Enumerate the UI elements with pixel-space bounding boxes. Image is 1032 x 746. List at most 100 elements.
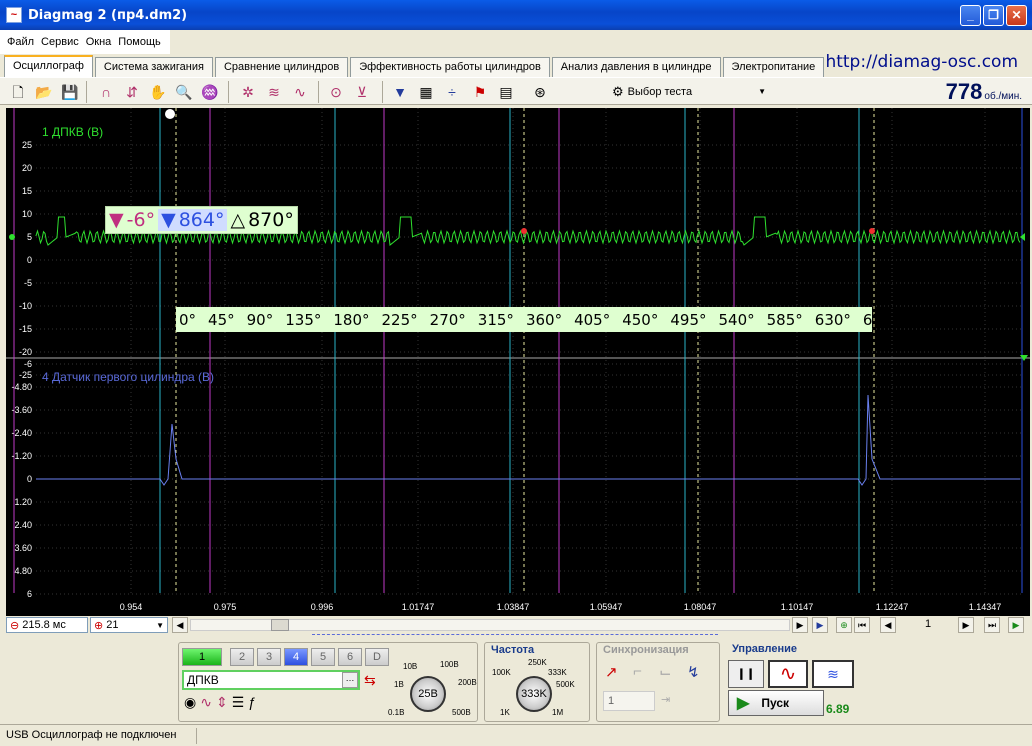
tab-power[interactable]: Электропитание bbox=[722, 57, 825, 77]
pause-icon[interactable]: ❙❙ bbox=[728, 660, 764, 688]
multi-wave-icon[interactable]: ≋ bbox=[812, 660, 854, 688]
zoom-select[interactable]: ⊕ 21 ▼ bbox=[90, 617, 168, 633]
scale-icon[interactable]: ♒ bbox=[200, 82, 220, 102]
next-page-icon[interactable]: ▶ bbox=[958, 617, 974, 633]
hand-icon[interactable]: ✋ bbox=[148, 82, 168, 102]
waves-icon[interactable]: ≋ bbox=[264, 82, 284, 102]
tab-cylinder-compare[interactable]: Сравнение цилиндров bbox=[214, 57, 349, 77]
channel-name-field[interactable]: ДПКВ bbox=[182, 670, 360, 690]
menu-help[interactable]: Помощь bbox=[118, 36, 161, 48]
degree-label: 225° bbox=[381, 310, 418, 329]
wave-ch-icon[interactable]: ∿ bbox=[290, 82, 310, 102]
x-tick-label: 1.05947 bbox=[589, 602, 623, 612]
y-tick-label: 25 bbox=[21, 140, 32, 150]
sine-wave-icon[interactable]: ∿ bbox=[768, 660, 808, 688]
waveform-plot[interactable] bbox=[6, 108, 1030, 616]
degree-scale: 0° 45° 90° 135° 180° 225° 270° 315° 360° 405° 450°… bbox=[176, 307, 899, 332]
menu-bar: Файл Сервис Окна Помощь http://diamag-os… bbox=[0, 30, 1032, 72]
channel-5-button[interactable]: 5 bbox=[311, 648, 335, 666]
x-tick-label: 1.10147 bbox=[780, 602, 814, 612]
chevron-down-icon: ▼ bbox=[758, 87, 766, 96]
sync-auto-icon[interactable]: ↯ bbox=[687, 663, 700, 681]
y-tick-label: -3.60 bbox=[11, 405, 32, 415]
grid-icon[interactable]: ▦ bbox=[416, 82, 436, 102]
horizontal-scrollbar[interactable] bbox=[190, 619, 790, 631]
new-file-icon[interactable]: 🗋 bbox=[8, 82, 28, 102]
sync-select[interactable]: 1 bbox=[603, 691, 655, 711]
frequency-label: 100K bbox=[492, 668, 511, 677]
oscilloscope-display[interactable] bbox=[6, 108, 1030, 616]
scrollbar-thumb[interactable] bbox=[271, 619, 289, 631]
degree-label: 405° bbox=[574, 310, 611, 329]
save-icon[interactable]: 💾 bbox=[60, 82, 80, 102]
tab-cylinder-efficiency[interactable]: Эффективность работы цилиндров bbox=[350, 57, 550, 77]
function-icon[interactable]: ƒ bbox=[248, 694, 256, 711]
zero-icon[interactable]: ⊻ bbox=[352, 82, 372, 102]
website-url[interactable]: http://diamag-osc.com bbox=[825, 52, 1018, 72]
split-icon[interactable]: ÷ bbox=[442, 82, 462, 102]
sync-arrows-icon[interactable]: ⇥ bbox=[661, 693, 670, 706]
frequency-label: 500K bbox=[556, 680, 575, 689]
x-tick-label: 0.954 bbox=[119, 602, 143, 612]
tab-ignition[interactable]: Система зажигания bbox=[94, 57, 213, 77]
sync-up-icon[interactable]: ⌐ bbox=[633, 663, 642, 680]
trigger-icon[interactable]: ∩ bbox=[96, 82, 116, 102]
scroll-right-button[interactable]: ▶ bbox=[792, 617, 808, 633]
line-style-icon[interactable]: ☰ bbox=[232, 694, 245, 711]
zoom-in-icon[interactable]: ⊕ bbox=[94, 619, 103, 632]
timebase-select[interactable]: ⊖ 215.8 мс bbox=[6, 617, 88, 633]
filter-icon[interactable]: ▼ bbox=[390, 82, 410, 102]
auto-scale-icon[interactable]: ⊛ bbox=[530, 82, 550, 102]
add-icon[interactable]: ⊕ bbox=[836, 617, 852, 633]
test-select[interactable]: ⚙ Выбор теста ▼ bbox=[612, 81, 770, 102]
maximize-button[interactable]: ❐ bbox=[983, 5, 1004, 26]
run-button[interactable]: ▶ Пуск bbox=[728, 690, 824, 716]
marker-icon[interactable]: ⚑ bbox=[470, 82, 490, 102]
zoom-out-icon[interactable]: ⊖ bbox=[10, 619, 19, 632]
note-icon[interactable]: ▤ bbox=[496, 82, 516, 102]
play-icon[interactable]: ▶ bbox=[812, 617, 828, 633]
play-green-icon[interactable]: ▶ bbox=[1008, 617, 1024, 633]
channel-name-more-button[interactable]: … bbox=[342, 672, 358, 688]
channel-2-button[interactable]: 2 bbox=[230, 648, 254, 666]
status-text: USB Осциллограф не подключен bbox=[6, 729, 177, 741]
tab-oscilloscope[interactable]: Осциллограф bbox=[4, 55, 93, 77]
sync-down-icon[interactable]: ⌙ bbox=[659, 663, 672, 681]
voltage-knob[interactable]: 25В bbox=[410, 676, 446, 712]
prev-page-icon[interactable]: ◀ bbox=[880, 617, 896, 633]
minimize-button[interactable]: _ bbox=[960, 5, 981, 26]
open-folder-icon[interactable]: 📂 bbox=[34, 82, 54, 102]
sync-rise-icon[interactable]: ↗ bbox=[605, 663, 618, 681]
degree-label: 270° bbox=[429, 310, 466, 329]
channel-copy-icon[interactable]: ⇆ bbox=[364, 672, 376, 689]
degree-label: 585° bbox=[766, 310, 803, 329]
frequency-label: 333K bbox=[548, 668, 567, 677]
menu-service[interactable]: Сервис bbox=[41, 36, 79, 48]
close-button[interactable]: ✕ bbox=[1006, 5, 1027, 26]
menu-windows[interactable]: Окна bbox=[86, 36, 112, 48]
channel-3-button[interactable]: 3 bbox=[257, 648, 281, 666]
first-page-icon[interactable]: ⏮ bbox=[854, 617, 870, 633]
channel-1-button[interactable]: 1 bbox=[182, 648, 222, 666]
invert-icon[interactable]: ✲ bbox=[238, 82, 258, 102]
last-page-icon[interactable]: ⏭ bbox=[984, 617, 1000, 633]
app-icon: ~ bbox=[6, 7, 22, 23]
menu-file[interactable]: Файл bbox=[7, 36, 34, 48]
channel-tools: ◉ ∿ ⇕ ☰ ƒ bbox=[184, 694, 256, 711]
channel-d-button[interactable]: D bbox=[365, 648, 389, 666]
auto-icon[interactable]: ⊙ bbox=[326, 82, 346, 102]
splitter[interactable] bbox=[312, 634, 718, 639]
vertical-move-icon[interactable]: ⇕ bbox=[216, 694, 228, 711]
cursor-icon[interactable]: ⇵ bbox=[122, 82, 142, 102]
channel-6-button[interactable]: 6 bbox=[338, 648, 362, 666]
wave-icon[interactable]: ∿ bbox=[200, 694, 212, 711]
tab-pressure[interactable]: Анализ давления в цилиндре bbox=[551, 57, 721, 77]
frequency-knob[interactable]: 333K bbox=[516, 676, 552, 712]
cursor-b-value: 864° bbox=[178, 209, 228, 231]
y-tick-label: -25 bbox=[18, 370, 32, 380]
eye-icon[interactable]: ◉ bbox=[184, 694, 196, 711]
x-tick-label: 1.14347 bbox=[968, 602, 1002, 612]
zoom-icon[interactable]: 🔍 bbox=[174, 82, 194, 102]
scroll-left-button[interactable]: ◀ bbox=[172, 617, 188, 633]
channel-4-button[interactable]: 4 bbox=[284, 648, 308, 666]
